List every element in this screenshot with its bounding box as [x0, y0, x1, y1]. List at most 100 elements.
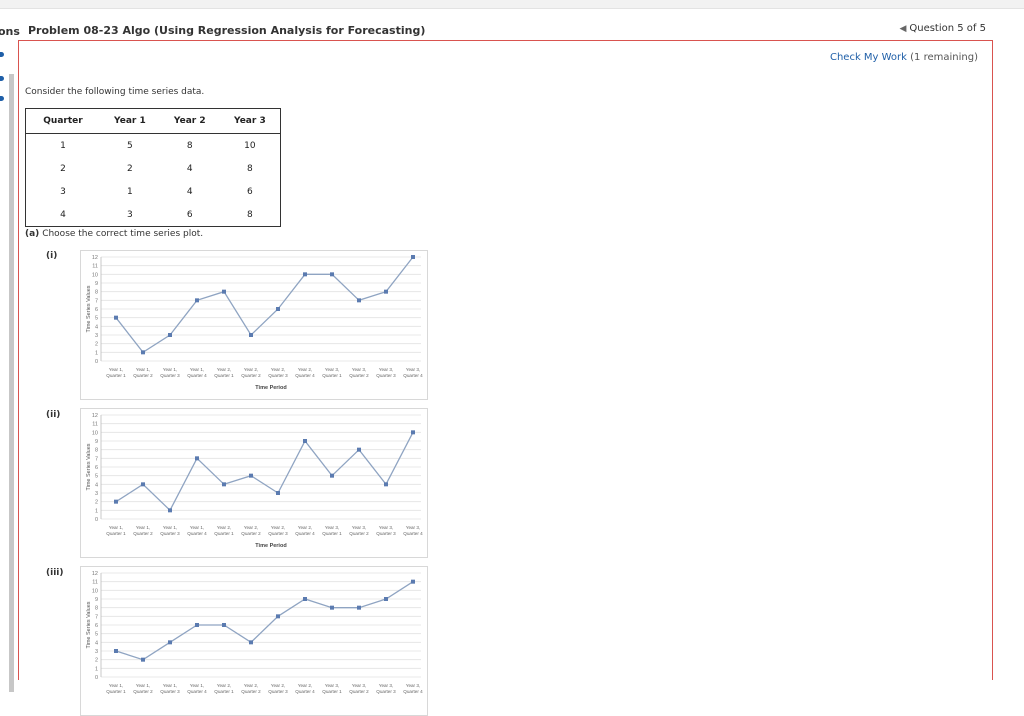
part-a-text: Choose the correct time series plot. — [42, 229, 204, 239]
data-point — [222, 482, 226, 487]
chart-option-ii[interactable]: Time Series Values 0 1 2 3 4 5 6 7 8 9 10 11 12 Year 1… — [80, 408, 428, 558]
y-tick-label: 0 — [95, 517, 98, 523]
y-tick-label: 1 — [95, 508, 98, 514]
data-point — [222, 289, 226, 294]
data-point — [357, 447, 361, 452]
series-line — [115, 432, 414, 512]
option-label-i[interactable]: (i) — [46, 251, 57, 261]
sidebar-question-marker[interactable] — [0, 76, 4, 81]
y-tick-label: 10 — [92, 272, 98, 278]
data-point — [411, 255, 415, 259]
x-tick-label: Year 3, — [406, 525, 420, 530]
y-tick-label: 6 — [95, 623, 98, 629]
x-tick-label: Quarter 4 — [295, 689, 315, 694]
data-point — [141, 350, 145, 355]
x-tick-label: Year 1, — [109, 367, 123, 372]
x-tick-label: Quarter 3 — [268, 689, 288, 694]
data-point — [303, 439, 307, 443]
data-point — [330, 473, 334, 478]
y-axis-title: Time Series Values — [86, 443, 92, 490]
option-label-iii[interactable]: (iii) — [46, 568, 63, 578]
table-row: 2 2 4 8 — [26, 157, 281, 180]
question-intro: Consider the following time series data. — [25, 87, 205, 97]
x-tick-label: Year 3, — [325, 683, 339, 688]
y-tick-label: 4 — [95, 324, 98, 330]
x-tick-label: Quarter 2 — [241, 689, 261, 694]
table-cell: 1 — [60, 140, 66, 151]
x-tick-label: Year 3, — [379, 683, 393, 688]
data-point — [303, 272, 307, 277]
y-tick-label: 11 — [92, 580, 98, 586]
y-tick-label: 3 — [95, 333, 98, 339]
y-tick-label: 0 — [95, 675, 98, 681]
x-tick-label: Quarter 1 — [106, 531, 126, 536]
x-tick-label: Year 2, — [244, 683, 258, 688]
data-point — [195, 623, 199, 627]
x-tick-label: Year 2, — [271, 367, 285, 372]
data-point — [411, 430, 415, 435]
chart-option-i[interactable]: Time Series Values 0 1 2 3 4 5 6 7 8 9 10 11 12 Year 1… — [80, 250, 428, 400]
x-tick-label: Quarter 2 — [241, 373, 261, 378]
x-tick-label: Year 1, — [190, 367, 204, 372]
table-cell: 2 — [60, 163, 66, 174]
y-tick-label: 0 — [95, 359, 98, 365]
x-tick-label: Quarter 4 — [403, 531, 423, 536]
y-tick-label: 9 — [95, 439, 98, 445]
table-header: Year 1 — [99, 108, 160, 134]
chart-option-iii[interactable]: Time Series Values 0 1 2 3 4 5 6 7 8 9 10 11 12 Year 1… — [80, 566, 428, 716]
x-tick-label: Year 2, — [298, 683, 312, 688]
x-tick-label: Year 2, — [217, 525, 231, 530]
x-tick-label: Year 3, — [352, 683, 366, 688]
option-label-ii[interactable]: (ii) — [46, 410, 60, 420]
x-tick-label: Year 2, — [244, 525, 258, 530]
previous-question-icon[interactable]: ◀ — [899, 24, 906, 34]
data-point — [195, 456, 199, 461]
x-tick-label: Year 1, — [190, 683, 204, 688]
table-cell: 10 — [244, 140, 256, 151]
table-cell: 8 — [186, 140, 193, 151]
x-tick-label: Quarter 3 — [160, 373, 180, 378]
x-tick-label: Year 2, — [217, 367, 231, 372]
check-my-work-link[interactable]: Check My Work — [830, 52, 907, 63]
x-tick-label: Year 2, — [217, 683, 231, 688]
data-point — [249, 473, 253, 478]
y-tick-label: 5 — [95, 316, 98, 322]
x-tick-label: Quarter 1 — [214, 689, 234, 694]
check-my-work: Check My Work (1 remaining) — [830, 52, 978, 63]
y-tick-label: 6 — [95, 465, 98, 471]
data-point — [276, 614, 280, 619]
table-row: 4 3 6 8 — [26, 203, 281, 227]
sidebar-scrollbar[interactable] — [9, 74, 14, 692]
x-tick-label: Year 2, — [271, 525, 285, 530]
y-tick-label: 11 — [92, 422, 98, 428]
x-tick-label: Year 1, — [136, 367, 150, 372]
x-tick-label: Quarter 3 — [268, 373, 288, 378]
question-navigation[interactable]: ◀ Question 5 of 5 — [899, 23, 986, 34]
x-tick-label: Year 3, — [352, 367, 366, 372]
y-tick-label: 5 — [95, 474, 98, 480]
x-tick-label: Quarter 3 — [376, 689, 396, 694]
x-tick-label: Quarter 4 — [403, 373, 423, 378]
time-series-plot-iii: Time Series Values0123456789101112Year 1… — [86, 571, 423, 694]
table-cell: 5 — [127, 140, 133, 151]
y-tick-label: 6 — [95, 307, 98, 313]
y-tick-label: 8 — [95, 606, 98, 612]
data-point — [330, 272, 334, 277]
x-tick-label: Quarter 3 — [376, 531, 396, 536]
sidebar-question-marker[interactable] — [0, 96, 4, 101]
data-point — [222, 623, 226, 627]
x-tick-label: Quarter 4 — [187, 689, 207, 694]
y-tick-label: 4 — [95, 640, 98, 646]
table-cell: 4 — [60, 209, 66, 220]
x-tick-label: Quarter 3 — [376, 373, 396, 378]
y-tick-label: 7 — [95, 614, 98, 620]
data-point — [114, 649, 118, 653]
data-point — [249, 640, 253, 645]
table-cell: 8 — [246, 163, 253, 174]
table-cell: 4 — [186, 163, 193, 174]
x-tick-label: Year 3, — [379, 367, 393, 372]
x-tick-label: Year 1, — [109, 683, 123, 688]
x-tick-label: Quarter 2 — [349, 531, 369, 536]
x-tick-label: Year 3, — [325, 525, 339, 530]
sidebar-question-marker[interactable] — [0, 52, 4, 57]
